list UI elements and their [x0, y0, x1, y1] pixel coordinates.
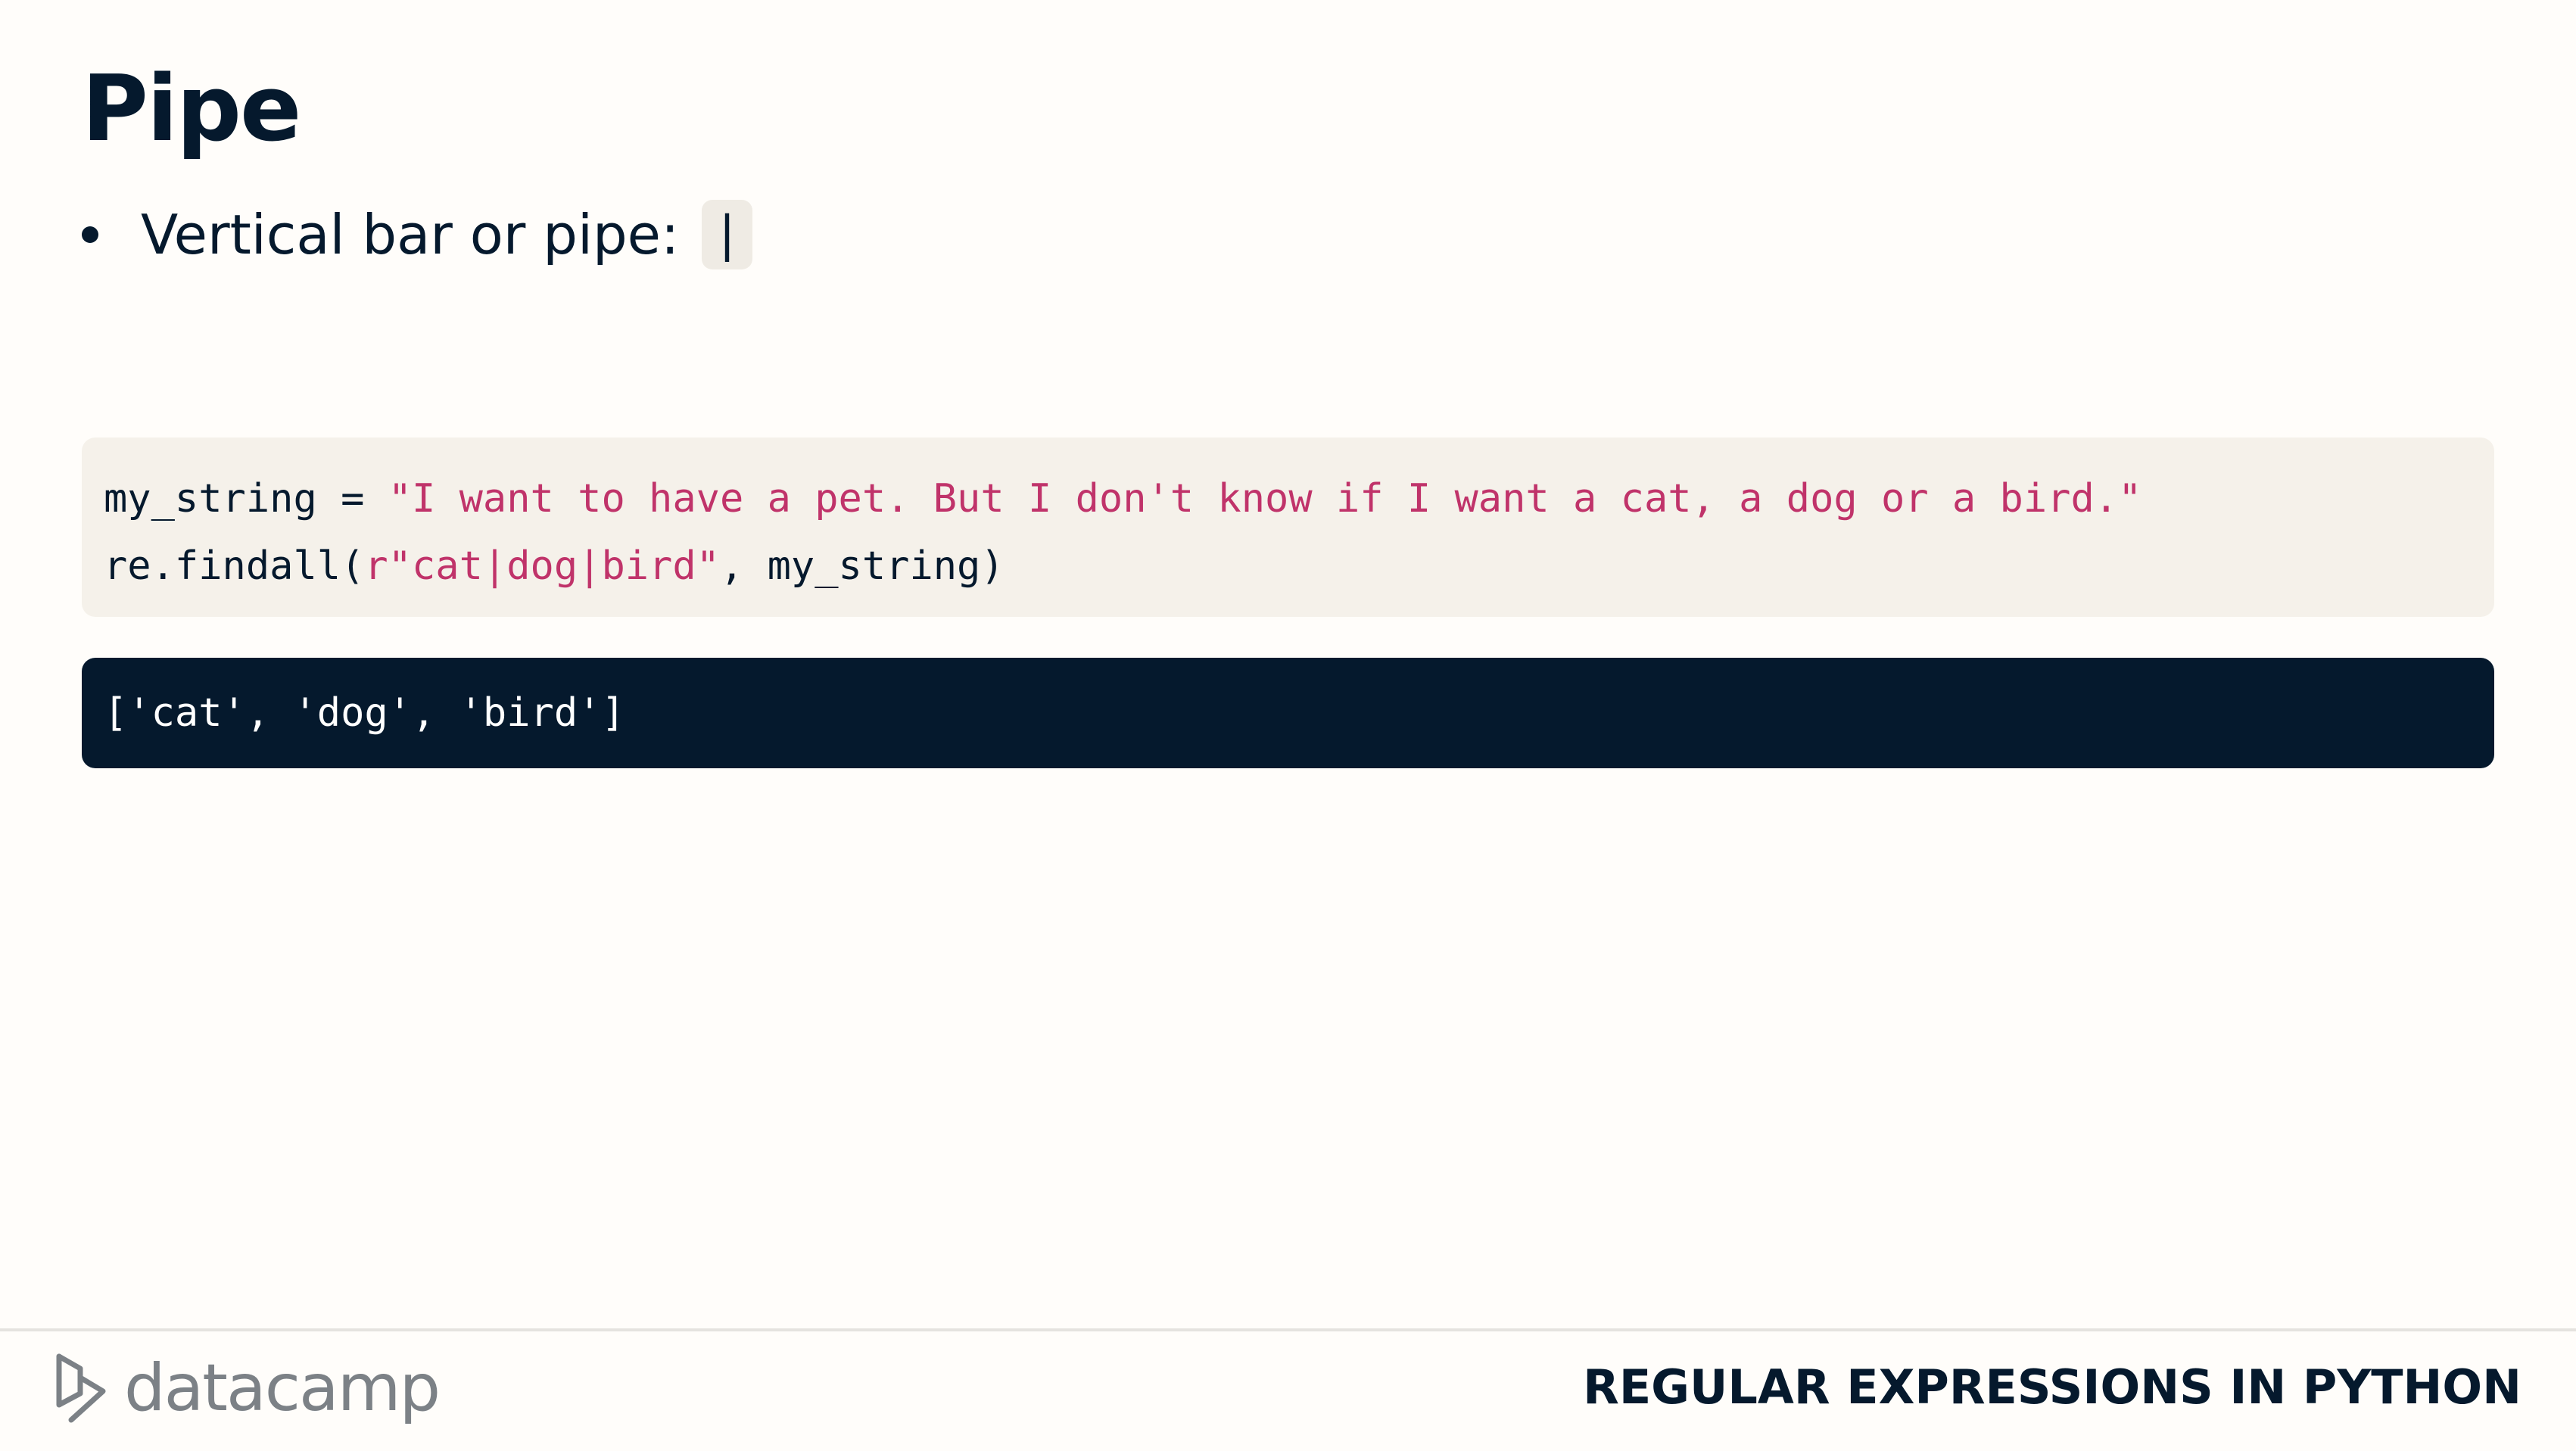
code-input-block: my_string = "I want to have a pet. But I… [82, 437, 2494, 617]
code-output-block: ['cat', 'dog', 'bird'] [82, 658, 2494, 768]
inline-code-pipe: | [702, 200, 752, 269]
code-line: my_string = "I want to have a pet. But I… [104, 466, 2472, 533]
footer-divider [0, 1328, 2576, 1331]
code-string: "I want to have a pet. But I don't know … [388, 476, 2142, 522]
bullet-dot [82, 226, 98, 243]
brand-name: datacamp [124, 1350, 441, 1426]
bullet-item: Vertical bar or pipe: | [82, 193, 752, 276]
course-title: REGULAR EXPRESSIONS IN PYTHON [1583, 1359, 2521, 1415]
slide-title: Pipe [82, 57, 301, 162]
datacamp-logo-icon [56, 1353, 106, 1423]
datacamp-logo: datacamp [53, 1350, 441, 1426]
code-string: r"cat|dog|bird" [364, 543, 720, 589]
code-token: re.findall( [104, 543, 365, 589]
code-line: re.findall(r"cat|dog|bird", my_string) [104, 533, 2472, 600]
bullet-text: Vertical bar or pipe: [141, 203, 680, 266]
code-token: , my_string) [719, 543, 1005, 589]
code-token: my_string = [104, 476, 388, 522]
code-output-text: ['cat', 'dog', 'bird'] [104, 690, 625, 736]
